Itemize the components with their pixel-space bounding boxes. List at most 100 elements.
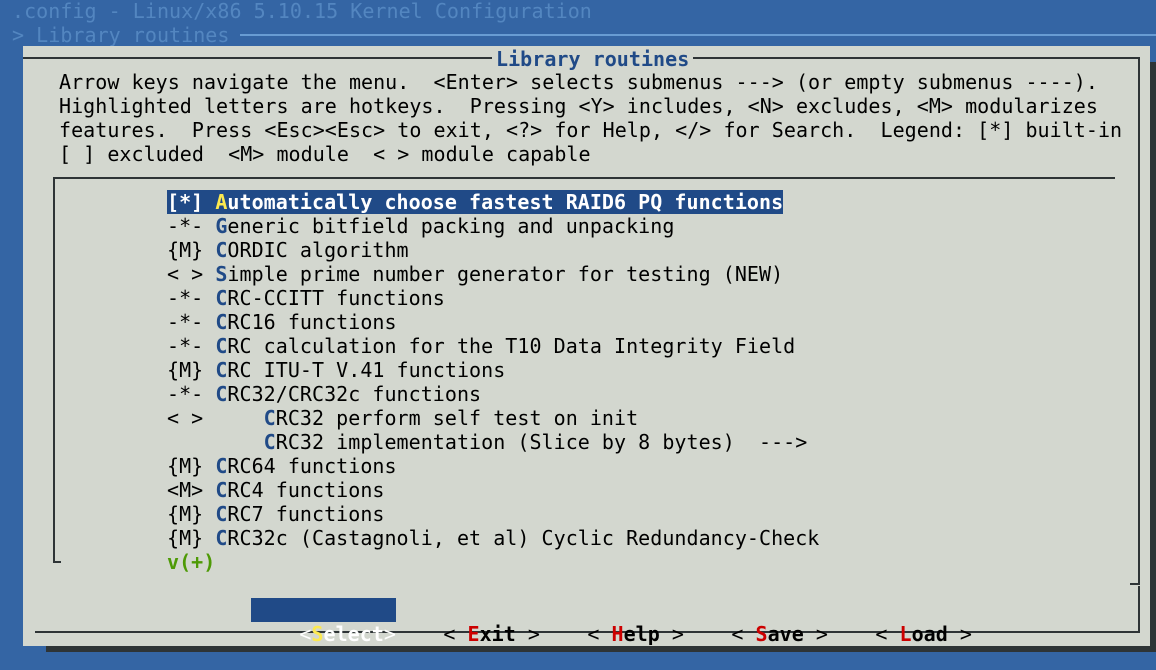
menu-item-label: RC4 functions <box>227 478 385 502</box>
menu-item-label: utomatically choose fastest RAID6 PQ fun… <box>227 190 784 214</box>
select-button[interactable]: <Select> <box>251 598 397 646</box>
menu-item-content: -*- CRC calculation for the T10 Data Int… <box>167 334 795 358</box>
dialog-border-right <box>1138 57 1140 585</box>
menu-item-hotkey: C <box>215 454 228 478</box>
menu-item-label: eneric bitfield packing and unpacking <box>227 214 675 238</box>
help-line-2: Highlighted letters are hotkeys. Pressin… <box>59 94 1098 118</box>
menu-item-label: RC32 perform self test on init <box>275 406 639 430</box>
menu-item-state: -*- <box>167 382 216 406</box>
dialog-shadow-right <box>1150 62 1156 652</box>
exit-button-hotkey: E <box>467 622 480 646</box>
menu-item-label: RC16 functions <box>227 310 397 334</box>
menu-item-hotkey: C <box>215 478 228 502</box>
menu-item-state: [*] <box>167 190 216 214</box>
help-button-close: > <box>659 622 685 646</box>
save-button-open: < <box>731 622 756 646</box>
menu-item-content: {M} CRC64 functions <box>167 454 397 478</box>
menu-item[interactable]: {M} CRC32c (Castagnoli, et al) Cyclic Re… <box>167 526 819 550</box>
select-button-open: < <box>299 622 312 646</box>
menu-item[interactable]: {M} CRC64 functions <box>167 454 397 478</box>
menu-item-hotkey: C <box>263 430 276 454</box>
menu-item-hotkey: C <box>215 334 228 358</box>
menu-item-state: {M} <box>167 358 216 382</box>
help-button-label: elp <box>623 622 660 646</box>
menu-item-label: RC ITU-T V.41 functions <box>227 358 506 382</box>
menu-item[interactable]: -*- CRC calculation for the T10 Data Int… <box>167 334 795 358</box>
menu-item[interactable]: -*- Generic bitfield packing and unpacki… <box>167 214 674 238</box>
menu-item-content: {M} CORDIC algorithm <box>167 238 409 262</box>
menu-item-hotkey: C <box>215 286 228 310</box>
menu-item-hotkey: C <box>215 238 228 262</box>
help-line-4: [ ] excluded <M> module < > module capab… <box>59 142 591 166</box>
dialog-shadow-bottom <box>46 646 1156 652</box>
help-button-open: < <box>587 622 612 646</box>
load-button[interactable]: < Load > <box>827 598 972 646</box>
menu-item-state: {M} <box>167 526 216 550</box>
menu-item-hotkey: C <box>215 502 228 526</box>
menu-item-state: {M} <box>167 502 216 526</box>
menu-item-content: < > CRC32 perform self test on init <box>167 406 638 430</box>
menu-box-top <box>53 177 1115 179</box>
menu-item-content: -*- CRC-CCITT functions <box>167 286 445 310</box>
menu-item-content: < > Simple prime number generator for te… <box>167 262 783 286</box>
save-button-label: ave <box>767 622 804 646</box>
menu-item-label: RC32/CRC32c functions <box>227 382 482 406</box>
menu-item[interactable]: < > CRC32 perform self test on init <box>167 406 638 430</box>
load-button-label: oad <box>911 622 948 646</box>
exit-button[interactable]: < Exit > <box>395 598 540 646</box>
load-button-open: < <box>875 622 900 646</box>
menu-item-hotkey: C <box>215 310 228 334</box>
menu-item[interactable]: < > Simple prime number generator for te… <box>167 262 783 286</box>
menu-item-label: imple prime number generator for testing… <box>227 262 784 286</box>
menu-item-hotkey: G <box>215 214 228 238</box>
menu-item[interactable]: CRC32 implementation (Slice by 8 bytes) … <box>167 430 808 454</box>
menu-item-state: {M} <box>167 454 216 478</box>
menu-item-state: <M> <box>167 478 216 502</box>
help-line-1: Arrow keys navigate the menu. <Enter> se… <box>59 70 1098 94</box>
breadcrumb-rule <box>240 34 1156 36</box>
window-title: .config - Linux/x86 5.10.15 Kernel Confi… <box>12 0 592 23</box>
menu-item-state <box>167 430 264 454</box>
menu-item[interactable]: {M} CRC ITU-T V.41 functions <box>167 358 505 382</box>
menu-item-content: {M} CRC ITU-T V.41 functions <box>167 358 505 382</box>
load-button-close: > <box>947 622 973 646</box>
help-line-3: features. Press <Esc><Esc> to exit, <?> … <box>59 118 1123 142</box>
breadcrumb: > Library routines <box>12 23 230 47</box>
menu-item-label: RC32c (Castagnoli, et al) Cyclic Redunda… <box>227 526 820 550</box>
menu-item-hotkey: A <box>215 190 228 214</box>
menu-item[interactable]: -*- CRC16 functions <box>167 310 397 334</box>
menu-item[interactable]: <M> CRC4 functions <box>167 478 384 502</box>
help-button-hotkey: H <box>611 622 624 646</box>
menu-box-left <box>53 177 55 563</box>
menu-item-content: -*- CRC32/CRC32c functions <box>167 382 481 406</box>
menu-item-hotkey: C <box>215 526 228 550</box>
save-button-close: > <box>803 622 829 646</box>
load-button-hotkey: L <box>899 622 912 646</box>
menu-item[interactable]: {M} CRC7 functions <box>167 502 384 526</box>
menu-item-label: RC7 functions <box>227 502 385 526</box>
menu-item-state: < > <box>167 262 216 286</box>
exit-button-label: xit <box>479 622 516 646</box>
dialog-corner-top-right <box>1130 57 1140 59</box>
menu-item-label: ORDIC algorithm <box>227 238 409 262</box>
menu-item[interactable]: -*- CRC32/CRC32c functions <box>167 382 481 406</box>
help-button[interactable]: < Help > <box>539 598 684 646</box>
menu-item-content: <M> CRC4 functions <box>167 478 384 502</box>
menu-item-content: [*] Automatically choose fastest RAID6 P… <box>167 190 784 214</box>
menu-item-state: -*- <box>167 214 216 238</box>
menu-item-content: -*- CRC16 functions <box>167 310 397 334</box>
menu-item[interactable]: -*- CRC-CCITT functions <box>167 286 445 310</box>
more-items-indicator: v(+) <box>167 550 216 574</box>
menu-item-label: RC32 implementation (Slice by 8 bytes) -… <box>275 430 808 454</box>
exit-button-close: > <box>515 622 541 646</box>
save-button[interactable]: < Save > <box>683 598 828 646</box>
menu-item-state: {M} <box>167 238 216 262</box>
menu-item[interactable]: {M} CORDIC algorithm <box>167 238 409 262</box>
select-button-hotkey: S <box>311 622 324 646</box>
menu-item[interactable]: [*] Automatically choose fastest RAID6 P… <box>167 190 784 214</box>
menu-item-hotkey: C <box>215 382 228 406</box>
menu-item-content: CRC32 implementation (Slice by 8 bytes) … <box>167 430 808 454</box>
menu-item-content: {M} CRC32c (Castagnoli, et al) Cyclic Re… <box>167 526 819 550</box>
dialog-border-right-lower <box>1138 586 1140 632</box>
save-button-hotkey: S <box>755 622 768 646</box>
